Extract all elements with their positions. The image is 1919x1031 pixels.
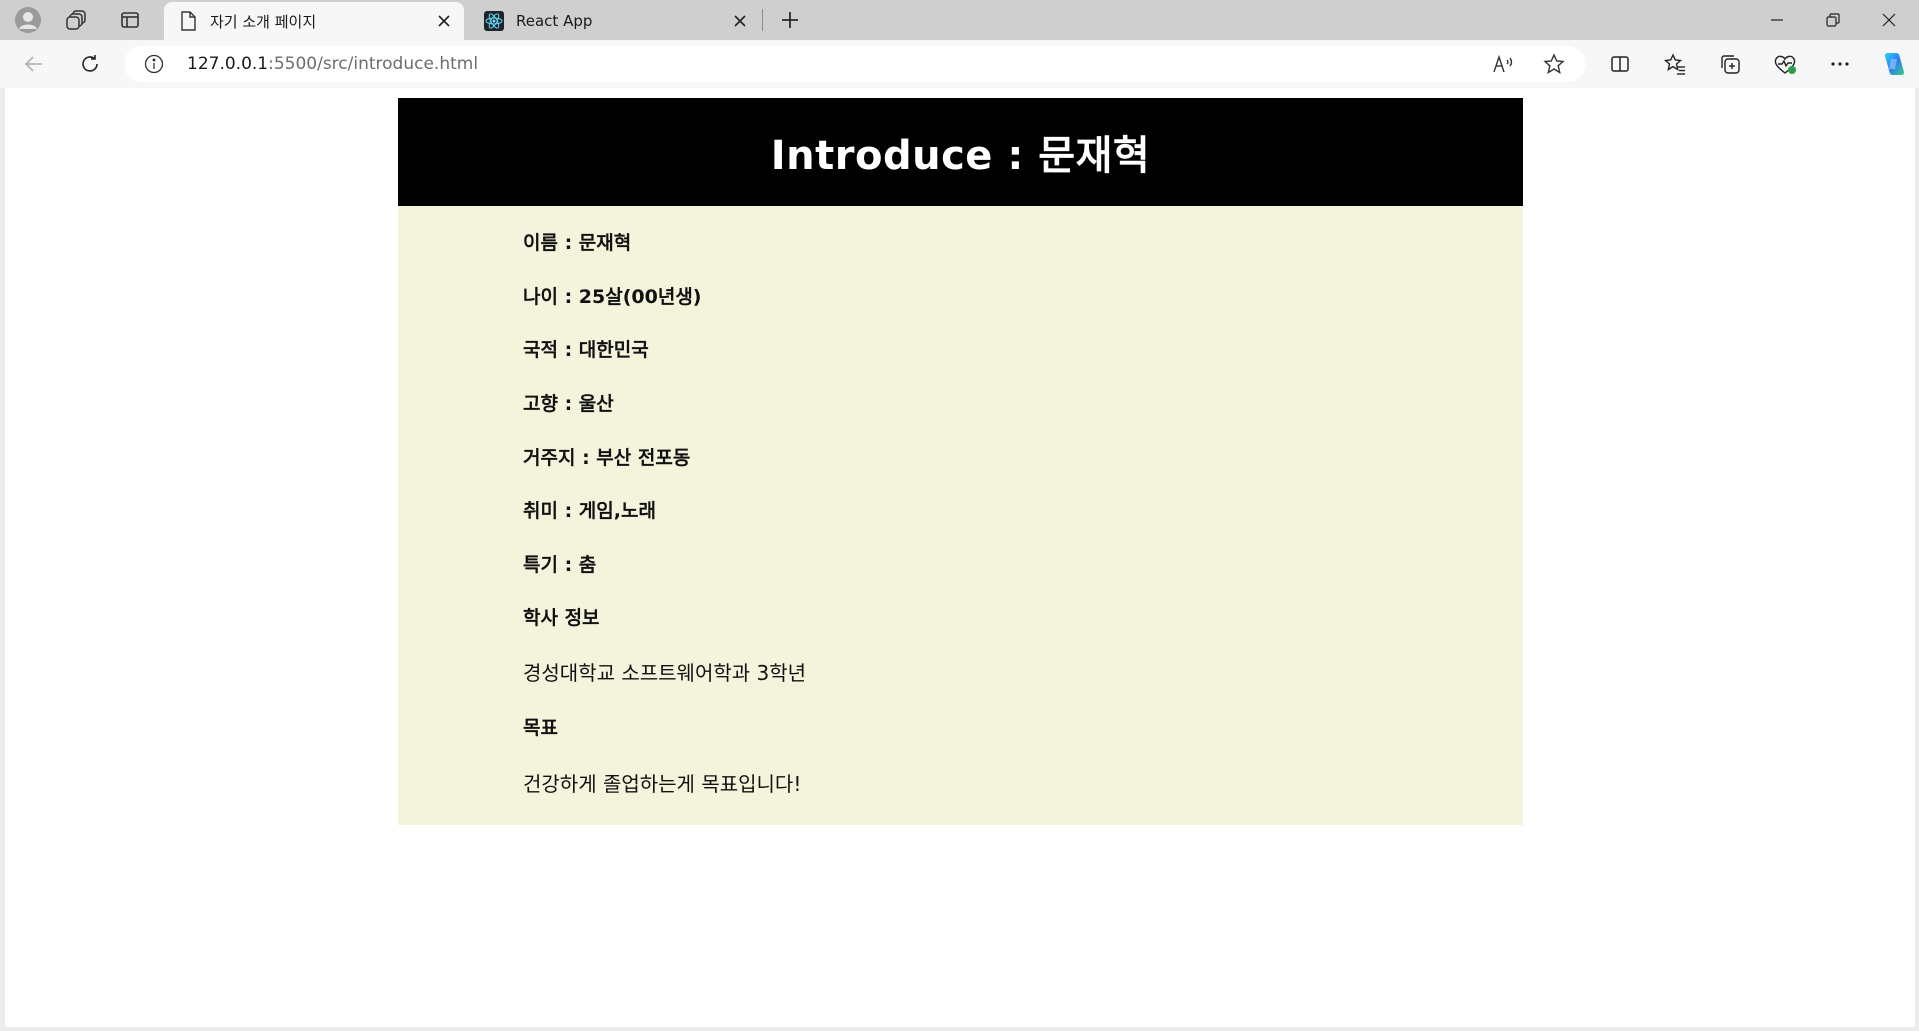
read-aloud-button[interactable] [1488, 50, 1520, 78]
field-value: 울산 [578, 393, 614, 415]
browser-essentials-icon [1774, 55, 1796, 74]
minimize-icon [1771, 19, 1783, 21]
back-icon [24, 56, 42, 72]
tab-title: 자기 소개 페이지 [210, 12, 317, 31]
split-screen-button[interactable] [1600, 46, 1640, 82]
close-tab-icon[interactable] [724, 5, 756, 37]
field-separator: : [557, 232, 579, 254]
page-viewport: Introduce : 문재혁 이름 : 문재혁 나이 : 25살(00년생) … [5, 88, 1915, 1027]
settings-more-button[interactable] [1820, 46, 1860, 82]
field-nationality: 국적 : 대한민국 [523, 335, 649, 362]
field-separator: : [557, 500, 579, 522]
browser-essentials-button[interactable] [1765, 46, 1805, 82]
field-label: 이름 [523, 232, 558, 254]
favorite-star-icon [1543, 53, 1565, 74]
vertical-tabs-icon [121, 12, 139, 28]
field-hobby: 취미 : 게임,노래 [523, 496, 656, 523]
field-label: 나이 [523, 286, 558, 308]
browser-window: 자기 소개 페이지 React App 127.0.0.1:5500/src/i… [0, 0, 1919, 1031]
field-value: 춤 [578, 554, 597, 576]
copilot-icon [1884, 53, 1905, 75]
collections-icon [1721, 55, 1740, 74]
field-label: 특기 [523, 554, 558, 576]
react-logo-icon [484, 11, 504, 31]
field-separator: : [557, 393, 579, 415]
add-favorite-button[interactable] [1538, 50, 1570, 78]
profile-section: 이름 : 문재혁 나이 : 25살(00년생) 국적 : 대한민국 고향 : 울… [398, 206, 1523, 825]
field-residence: 거주지 : 부산 전포동 [523, 443, 690, 470]
collections-button[interactable] [1710, 46, 1750, 82]
document-icon [178, 11, 198, 31]
info-icon[interactable] [144, 54, 164, 74]
goal-heading: 목표 [523, 717, 558, 739]
copilot-button[interactable] [1873, 46, 1913, 82]
tab-introduce[interactable]: 자기 소개 페이지 [164, 2, 464, 40]
split-screen-icon [1611, 56, 1629, 72]
address-bar[interactable]: 127.0.0.1:5500/src/introduce.html [124, 46, 1586, 82]
field-value: 문재혁 [578, 232, 632, 254]
read-aloud-icon [1493, 54, 1513, 73]
more-icon [1831, 62, 1849, 66]
restore-icon [1826, 13, 1840, 27]
goal-text: 건강하게 졸업하는게 목표입니다! [523, 772, 802, 796]
tab-react-app[interactable]: React App [470, 2, 760, 40]
back-button[interactable] [14, 46, 54, 82]
new-tab-button[interactable] [770, 4, 810, 36]
field-label: 거주지 [523, 447, 576, 469]
field-hometown: 고향 : 울산 [523, 389, 614, 416]
page-header: Introduce : 문재혁 [398, 98, 1523, 206]
window-bottom-border [0, 1027, 1919, 1031]
url-text[interactable]: 127.0.0.1:5500/src/introduce.html [187, 54, 478, 74]
refresh-icon [82, 55, 98, 72]
introduce-container: Introduce : 문재혁 이름 : 문재혁 나이 : 25살(00년생) … [398, 98, 1523, 825]
navigation-toolbar: 127.0.0.1:5500/src/introduce.html [0, 40, 1919, 88]
favorites-button[interactable] [1655, 46, 1695, 82]
workspaces-button[interactable] [57, 4, 97, 36]
academic-heading: 학사 정보 [523, 607, 600, 629]
tab-strip: 자기 소개 페이지 React App [0, 0, 1919, 40]
field-value: 25살(00년생) [578, 286, 702, 308]
academic-text: 경성대학교 소프트웨어학과 3학년 [523, 661, 807, 685]
field-label: 취미 [523, 500, 558, 522]
profile-icon [15, 7, 41, 33]
profile-button[interactable] [8, 4, 48, 36]
tab-separator [762, 9, 763, 31]
close-tab-icon[interactable] [428, 5, 460, 37]
field-talent: 특기 : 춤 [523, 550, 596, 577]
minimize-button[interactable] [1749, 0, 1805, 40]
workspaces-icon [66, 10, 86, 30]
field-separator: : [557, 339, 579, 361]
close-icon [1882, 13, 1896, 27]
field-value: 부산 전포동 [596, 447, 691, 469]
url-host: 127.0.0.1 [187, 54, 269, 74]
plus-icon [782, 12, 798, 28]
tab-title: React App [516, 12, 593, 30]
field-value: 대한민국 [578, 339, 649, 361]
favorites-icon [1664, 53, 1685, 75]
field-age: 나이 : 25살(00년생) [523, 282, 702, 309]
tab-actions-button[interactable] [110, 4, 150, 36]
url-path: :5500/src/introduce.html [268, 54, 479, 74]
field-name: 이름 : 문재혁 [523, 228, 631, 255]
field-value: 게임,노래 [578, 500, 656, 522]
field-separator: : [575, 447, 597, 469]
close-window-button[interactable] [1861, 0, 1917, 40]
field-label: 고향 [523, 393, 558, 415]
refresh-button[interactable] [70, 46, 110, 82]
page-title: Introduce : 문재혁 [770, 133, 1151, 179]
restore-button[interactable] [1805, 0, 1861, 40]
field-separator: : [557, 286, 579, 308]
field-label: 국적 [523, 339, 558, 361]
field-separator: : [557, 554, 579, 576]
